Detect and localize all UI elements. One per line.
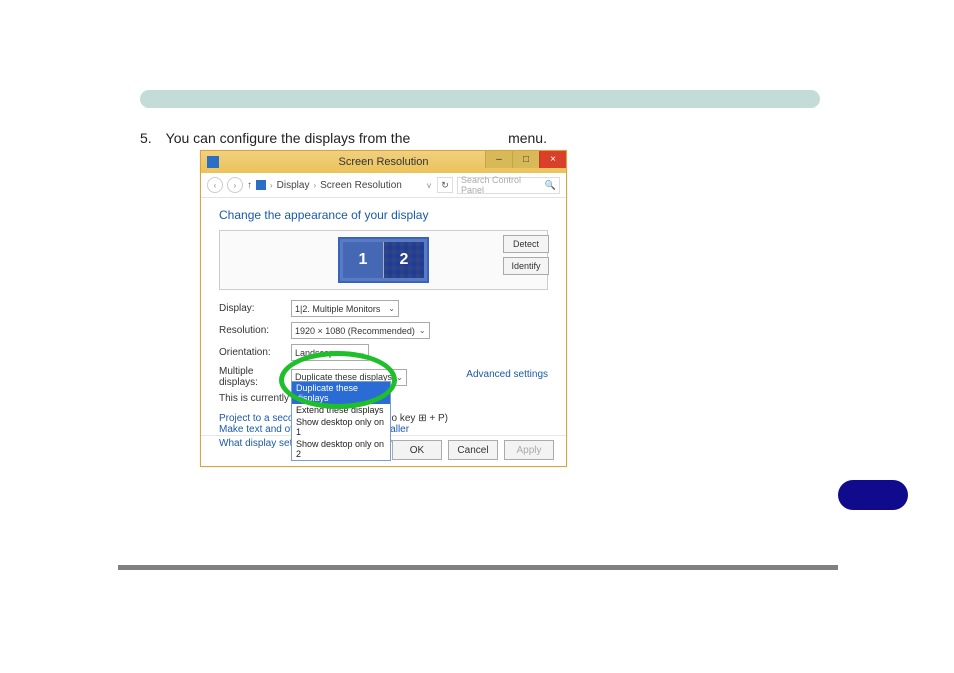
advanced-settings-link[interactable]: Advanced settings — [466, 369, 548, 380]
window-controls: – □ × — [485, 151, 566, 169]
step-instruction: 5. You can configure the displays from t… — [140, 130, 547, 146]
multiple-displays-dropdown: Duplicate these displays Extend these di… — [291, 381, 391, 461]
orientation-select[interactable]: Landscape⌄ — [291, 344, 369, 361]
identify-button[interactable]: Identify — [503, 257, 549, 275]
dropdown-caret-icon[interactable]: v — [427, 181, 431, 190]
search-placeholder: Search Control Panel — [461, 175, 545, 195]
content-area: Change the appearance of your display 1 … — [201, 198, 566, 449]
breadcrumb-display[interactable]: Display — [277, 180, 310, 191]
step-text-before: You can configure the displays from the — [166, 130, 415, 146]
multiple-displays-label: Multiple displays: — [219, 366, 291, 388]
dropdown-option[interactable]: Duplicate these displays — [292, 382, 390, 404]
breadcrumb-icon — [256, 180, 266, 190]
breadcrumb[interactable]: › Display › Screen Resolution — [256, 180, 423, 191]
breadcrumb-screenres[interactable]: Screen Resolution — [320, 180, 402, 191]
ok-button[interactable]: OK — [392, 440, 442, 460]
refresh-button[interactable]: ↻ — [437, 177, 453, 193]
page-heading: Change the appearance of your display — [219, 208, 548, 222]
display-select[interactable]: 1|2. Multiple Monitors⌄ — [291, 300, 399, 317]
search-input[interactable]: Search Control Panel 🔍 — [457, 177, 560, 194]
dropdown-option[interactable]: Extend these displays — [292, 404, 390, 416]
windows-key-icon: ⊞ — [418, 413, 426, 424]
minimize-button[interactable]: – — [485, 151, 512, 168]
resolution-select[interactable]: 1920 × 1080 (Recommended)⌄ — [291, 322, 430, 339]
chevron-down-icon: ⌄ — [358, 348, 365, 357]
chevron-down-icon: ⌄ — [419, 326, 426, 335]
breadcrumb-sep: › — [313, 181, 316, 190]
footer-rule — [118, 565, 838, 570]
monitor-group[interactable]: 1 2 — [338, 237, 429, 283]
step-number: 5. — [140, 130, 162, 146]
dropdown-option[interactable]: Show desktop only on 2 — [292, 438, 390, 460]
close-button[interactable]: × — [539, 151, 566, 168]
titlebar[interactable]: Screen Resolution – □ × — [201, 151, 566, 173]
step-text-after: menu. — [508, 130, 547, 146]
monitor-2[interactable]: 2 — [384, 242, 424, 278]
chevron-down-icon: ⌄ — [388, 304, 395, 313]
dropdown-option[interactable]: Show desktop only on 1 — [292, 416, 390, 438]
apply-button[interactable]: Apply — [504, 440, 554, 460]
search-icon: 🔍 — [545, 180, 556, 191]
up-button[interactable]: ↑ — [247, 180, 252, 191]
back-button[interactable]: ‹ — [207, 177, 223, 193]
orientation-label: Orientation: — [219, 347, 291, 358]
section-banner — [140, 90, 820, 108]
chevron-down-icon: ⌄ — [396, 373, 403, 382]
breadcrumb-sep: › — [270, 181, 273, 190]
screen-resolution-window: Screen Resolution – □ × ‹ › ↑ › Display … — [200, 150, 567, 467]
forward-button[interactable]: › — [227, 177, 243, 193]
window-icon — [207, 156, 219, 168]
cancel-button[interactable]: Cancel — [448, 440, 498, 460]
maximize-button[interactable]: □ — [512, 151, 539, 168]
footer-buttons: OK Cancel Apply — [392, 440, 554, 460]
display-label: Display: — [219, 303, 291, 314]
monitor-1[interactable]: 1 — [343, 242, 384, 278]
display-preview: 1 2 Detect Identify — [219, 230, 548, 290]
page-marker — [838, 480, 908, 510]
resolution-label: Resolution: — [219, 325, 291, 336]
detect-button[interactable]: Detect — [503, 235, 549, 253]
navbar: ‹ › ↑ › Display › Screen Resolution v ↻ … — [201, 173, 566, 198]
